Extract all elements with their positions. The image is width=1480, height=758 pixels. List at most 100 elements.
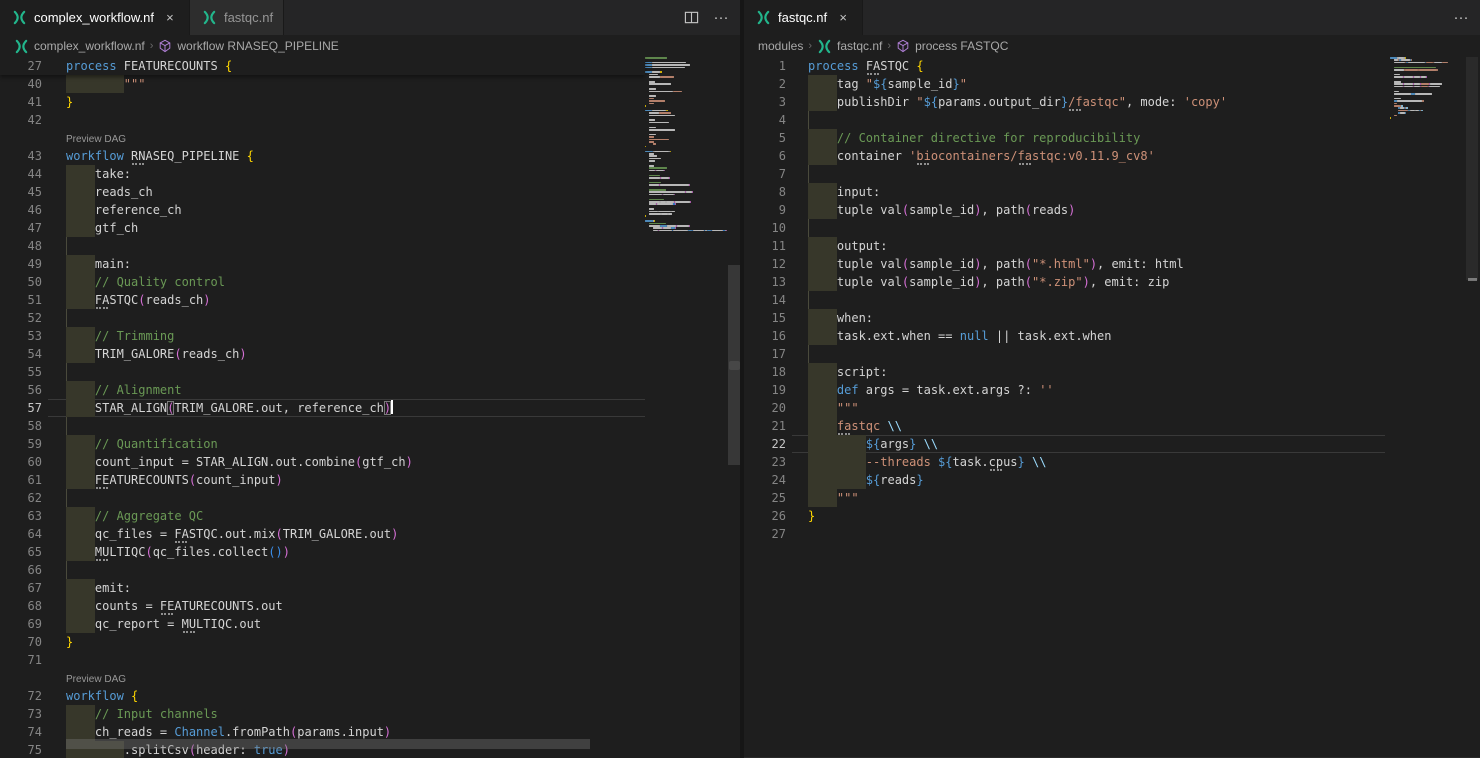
code-line-23[interactable]: 23--threads ${task.cpus} \\ <box>744 453 1480 471</box>
code-line-15[interactable]: 15when: <box>744 309 1480 327</box>
code-line-7[interactable]: 7 <box>744 165 1480 183</box>
tab-fastqc-nf[interactable]: fastqc.nf × <box>744 0 863 35</box>
close-icon[interactable]: × <box>834 9 852 27</box>
code-line-60[interactable]: 60count_input = STAR_ALIGN.out.combine(g… <box>0 453 740 471</box>
code-line-12[interactable]: 12tuple val(sample_id), path("*.html"), … <box>744 255 1480 273</box>
code-line-51[interactable]: 51FASTQC(reads_ch) <box>0 291 740 309</box>
indent-guide <box>808 111 809 129</box>
code-line-20[interactable]: 20""" <box>744 399 1480 417</box>
more-icon[interactable]: ··· <box>1452 9 1470 27</box>
code-line-46[interactable]: 46reference_ch <box>0 201 740 219</box>
code-line-4[interactable]: 4 <box>744 111 1480 129</box>
code-line-22[interactable]: 22${args} \\ <box>744 435 1480 453</box>
code-line-2[interactable]: 2tag "${sample_id}" <box>744 75 1480 93</box>
tab-label: fastqc.nf <box>778 10 827 25</box>
code-line-21[interactable]: 21fastqc \\ <box>744 417 1480 435</box>
minimap-line <box>1411 59 1412 61</box>
tab-complex-workflow-nf[interactable]: complex_workflow.nf× <box>0 0 190 35</box>
code-line-42[interactable]: 42 <box>0 111 740 129</box>
code-line-10[interactable]: 10 <box>744 219 1480 237</box>
code-line-40[interactable]: 40""" <box>0 75 740 93</box>
code-line-49[interactable]: 49main: <box>0 255 740 273</box>
code-line-69[interactable]: 69qc_report = MULTIQC.out <box>0 615 740 633</box>
code-line-59[interactable]: 59// Quantification <box>0 435 740 453</box>
code-line-55[interactable]: 55 <box>0 363 740 381</box>
code-line-11[interactable]: 11output: <box>744 237 1480 255</box>
code-line-45[interactable]: 45reads_ch <box>0 183 740 201</box>
code-line-53[interactable]: 53// Trimming <box>0 327 740 345</box>
indent-highlight <box>808 489 837 507</box>
breadcrumb-item-modules[interactable]: modules <box>758 39 803 53</box>
code-line-24[interactable]: 24${reads} <box>744 471 1480 489</box>
breadcrumb-item-complex-workflow-nf[interactable]: complex_workflow.nf <box>14 39 145 54</box>
code-line-70[interactable]: 70} <box>0 633 740 651</box>
breadcrumb-item-process-fastqc[interactable]: process FASTQC <box>896 39 1008 53</box>
minimap-line <box>659 112 671 114</box>
code-line-58[interactable]: 58 <box>0 417 740 435</box>
minimap-line <box>649 177 660 179</box>
minimap-line <box>661 177 669 179</box>
indent-highlight <box>66 453 95 471</box>
code-line-1[interactable]: 1process FASTQC { <box>744 57 1480 75</box>
close-icon[interactable]: × <box>161 9 179 27</box>
code-line-67[interactable]: 67emit: <box>0 579 740 597</box>
breadcrumb-item-fastqc-nf[interactable]: fastqc.nf <box>817 39 882 54</box>
code-line-5[interactable]: 5// Container directive for reproducibil… <box>744 129 1480 147</box>
line-number: 6 <box>744 147 786 165</box>
code-line-47[interactable]: 47gtf_ch <box>0 219 740 237</box>
code-line-50[interactable]: 50// Quality control <box>0 273 740 291</box>
tab-fastqc-nf[interactable]: fastqc.nf <box>190 0 284 35</box>
code-line-43[interactable]: 43workflow RNASEQ_PIPELINE { <box>0 147 740 165</box>
code-line-54[interactable]: 54TRIM_GALORE(reads_ch) <box>0 345 740 363</box>
vertical-scrollbar-right[interactable] <box>1465 57 1479 757</box>
code-line-61[interactable]: 61FEATURECOUNTS(count_input) <box>0 471 740 489</box>
minimap-line <box>660 71 662 73</box>
code-line-66[interactable]: 66 <box>0 561 740 579</box>
code-line-64[interactable]: 64qc_files = FASTQC.out.mix(TRIM_GALORE.… <box>0 525 740 543</box>
code-line-26[interactable]: 26} <box>744 507 1480 525</box>
editor-right[interactable]: 1process FASTQC {2tag "${sample_id}"3pub… <box>744 57 1480 757</box>
split-editor-icon[interactable] <box>682 9 700 27</box>
more-icon[interactable]: ··· <box>712 9 730 27</box>
code-line-71[interactable]: 71 <box>0 651 740 669</box>
line-number: 23 <box>744 453 786 471</box>
sticky-scroll-line[interactable]: 27process FEATURECOUNTS { <box>0 57 645 75</box>
code-line-9[interactable]: 9tuple val(sample_id), path(reads) <box>744 201 1480 219</box>
symbol-icon <box>896 39 910 53</box>
editor-left[interactable]: 27process FEATURECOUNTS { 40"""41}42Prev… <box>0 57 740 758</box>
code-line-52[interactable]: 52 <box>0 309 740 327</box>
code-line-65[interactable]: 65MULTIQC(qc_files.collect()) <box>0 543 740 561</box>
minimap-line <box>1390 117 1391 119</box>
code-line-14[interactable]: 14 <box>744 291 1480 309</box>
vertical-scrollbar-slider-right[interactable] <box>1466 57 1478 280</box>
code-line-25[interactable]: 25""" <box>744 489 1480 507</box>
minimap-line <box>657 203 673 205</box>
horizontal-scrollbar-left[interactable] <box>66 739 590 749</box>
code-line-13[interactable]: 13tuple val(sample_id), path("*.zip"), e… <box>744 273 1480 291</box>
code-line-6[interactable]: 6container 'biocontainers/fastqc:v0.11.9… <box>744 147 1480 165</box>
code-line-68[interactable]: 68counts = FEATURECOUNTS.out <box>0 597 740 615</box>
code-line-19[interactable]: 19def args = task.ext.args ?: '' <box>744 381 1480 399</box>
scrollbar-handle[interactable] <box>729 361 740 370</box>
code-line-17[interactable]: 17 <box>744 345 1480 363</box>
code-line-18[interactable]: 18script: <box>744 363 1480 381</box>
line-number: 44 <box>0 165 42 183</box>
code-line-16[interactable]: 16task.ext.when == null || task.ext.when <box>744 327 1480 345</box>
indent-highlight <box>66 507 95 525</box>
code-line-44[interactable]: 44take: <box>0 165 740 183</box>
code-line-63[interactable]: 63// Aggregate QC <box>0 507 740 525</box>
code-line-41[interactable]: 41} <box>0 93 740 111</box>
vertical-scrollbar-left[interactable] <box>727 57 740 758</box>
line-number: 65 <box>0 543 42 561</box>
line-number: 25 <box>744 489 786 507</box>
breadcrumb-item-workflow-rnaseq-pipeline[interactable]: workflow RNASEQ_PIPELINE <box>158 39 338 53</box>
code-line-27[interactable]: 27 <box>744 525 1480 543</box>
code-line-73[interactable]: 73// Input channels <box>0 705 740 723</box>
code-line-3[interactable]: 3publishDir "${params.output_dir}/fastqc… <box>744 93 1480 111</box>
code-line-62[interactable]: 62 <box>0 489 740 507</box>
code-line-72[interactable]: 72workflow { <box>0 687 740 705</box>
code-line-57[interactable]: 57STAR_ALIGN(TRIM_GALORE.out, reference_… <box>0 399 740 417</box>
code-line-56[interactable]: 56// Alignment <box>0 381 740 399</box>
code-line-48[interactable]: 48 <box>0 237 740 255</box>
code-line-8[interactable]: 8input: <box>744 183 1480 201</box>
